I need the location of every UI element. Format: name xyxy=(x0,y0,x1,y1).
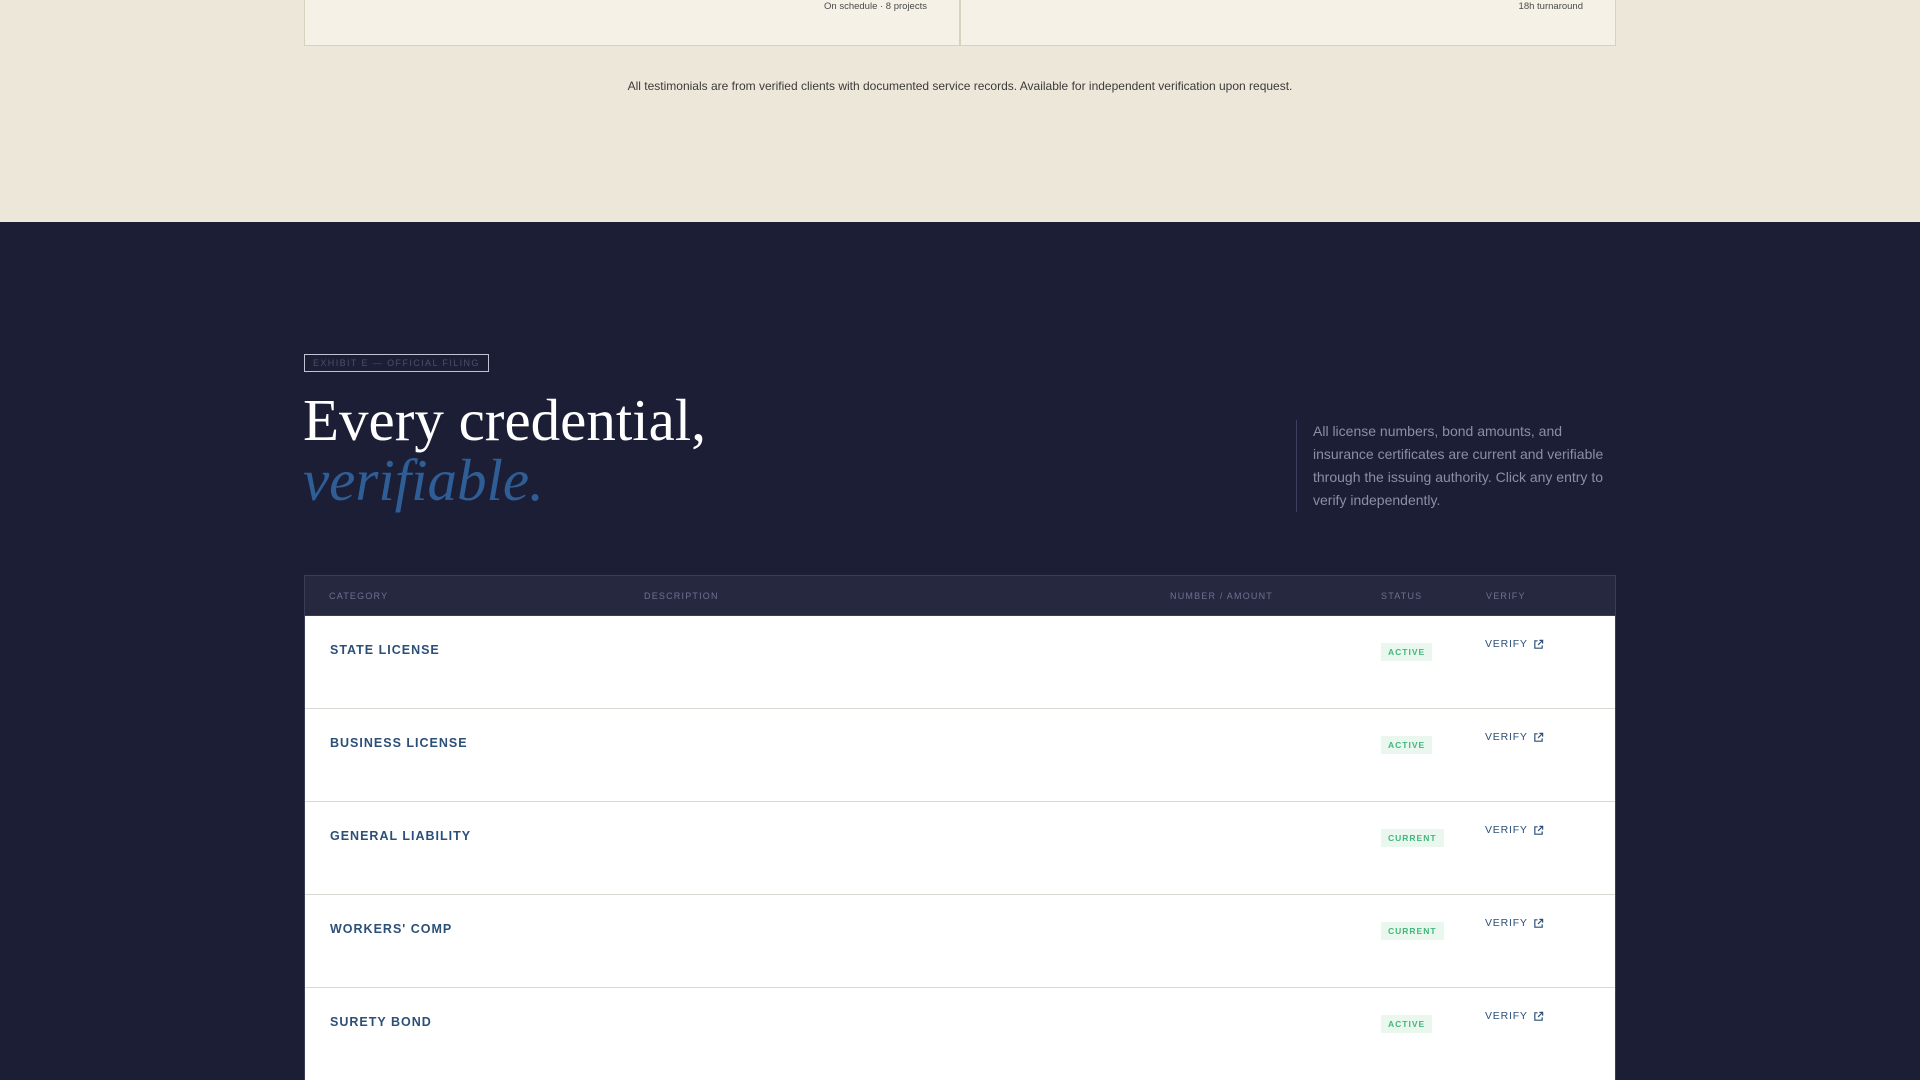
row-category: STATE LICENSE xyxy=(330,643,440,657)
testimonials-section: On schedule · 8 projects 18h turnaround … xyxy=(0,0,1920,222)
section-headline: Every credential, verifiable. xyxy=(303,390,706,510)
table-header: CATEGORY DESCRIPTION NUMBER / AMOUNT STA… xyxy=(305,576,1615,616)
column-header-category: CATEGORY xyxy=(329,591,389,601)
verify-link[interactable]: VERIFY xyxy=(1485,824,1544,836)
status-badge: CURRENT xyxy=(1381,829,1444,847)
row-category: GENERAL LIABILITY xyxy=(330,829,472,843)
row-category: SURETY BOND xyxy=(330,1015,432,1029)
verify-label: VERIFY xyxy=(1485,824,1528,836)
status-badge: ACTIVE xyxy=(1381,736,1433,754)
table-row: WORKERS' COMP CURRENT VERIFY xyxy=(305,895,1615,988)
external-link-icon xyxy=(1533,639,1543,649)
external-link-icon xyxy=(1533,732,1543,742)
status-badge: CURRENT xyxy=(1381,922,1444,940)
column-header-number: NUMBER / AMOUNT xyxy=(1170,591,1274,601)
column-header-verify: VERIFY xyxy=(1486,591,1526,601)
testimonial-meta: On schedule · 8 projects xyxy=(824,1,927,12)
external-link-icon xyxy=(1533,1011,1543,1021)
table-row: BUSINESS LICENSE ACTIVE VERIFY xyxy=(305,709,1615,802)
status-badge: ACTIVE xyxy=(1381,643,1433,661)
row-category: BUSINESS LICENSE xyxy=(330,736,468,750)
section-intro: All license numbers, bond amounts, and i… xyxy=(1296,420,1616,512)
verify-label: VERIFY xyxy=(1485,731,1528,743)
testimonial-cards: On schedule · 8 projects 18h turnaround xyxy=(304,0,1616,46)
verify-link[interactable]: VERIFY xyxy=(1485,1010,1544,1022)
external-link-icon xyxy=(1533,918,1543,928)
external-link-icon xyxy=(1533,825,1543,835)
column-header-description: DESCRIPTION xyxy=(644,591,719,601)
testimonial-card: 18h turnaround xyxy=(959,0,1615,45)
table-row: GENERAL LIABILITY CURRENT VERIFY xyxy=(305,802,1615,895)
row-category: WORKERS' COMP xyxy=(330,922,453,936)
testimonial-card: On schedule · 8 projects xyxy=(305,0,959,45)
exhibit-tag: EXHIBIT E — OFFICIAL FILING xyxy=(304,354,489,372)
credentials-section: EXHIBIT E — OFFICIAL FILING Every creden… xyxy=(0,222,1920,1080)
table-row: STATE LICENSE ACTIVE VERIFY xyxy=(305,616,1615,709)
headline-accent: verifiable. xyxy=(303,447,544,513)
verify-link[interactable]: VERIFY xyxy=(1485,917,1544,929)
verify-link[interactable]: VERIFY xyxy=(1485,731,1544,743)
column-header-status: STATUS xyxy=(1381,591,1423,601)
testimonials-disclaimer: All testimonials are from verified clien… xyxy=(627,79,1293,93)
verify-link[interactable]: VERIFY xyxy=(1485,638,1544,650)
table-row: SURETY BOND ACTIVE VERIFY xyxy=(305,988,1615,1080)
verify-label: VERIFY xyxy=(1485,1010,1528,1022)
status-badge: ACTIVE xyxy=(1381,1015,1433,1033)
credentials-table: CATEGORY DESCRIPTION NUMBER / AMOUNT STA… xyxy=(304,575,1616,1080)
verify-label: VERIFY xyxy=(1485,917,1528,929)
testimonial-meta: 18h turnaround xyxy=(1518,1,1583,12)
headline-line1: Every credential, xyxy=(303,387,706,453)
verify-label: VERIFY xyxy=(1485,638,1528,650)
